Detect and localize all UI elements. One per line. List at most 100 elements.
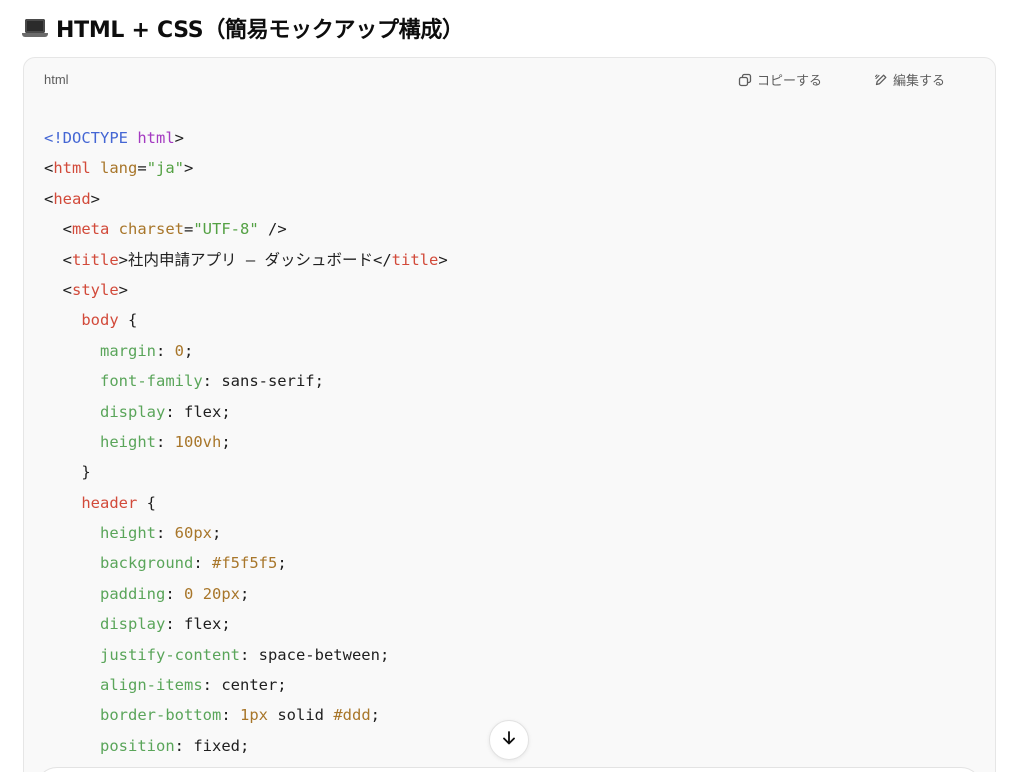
code-token: border-bottom [100,706,222,725]
code-token: > [174,129,184,147]
code-token: = [184,220,194,239]
code-token: { [118,311,138,330]
pencil-icon [874,73,888,87]
code-token: = [137,159,147,178]
code-token: : [156,524,175,543]
code-line: justify-content: space-between; [44,640,448,670]
code-token: html [53,159,91,178]
code-line: height: 60px; [44,518,448,548]
code-line: <title>社内申請アプリ – ダッシュボード</title> [44,245,448,275]
code-token: ; [277,554,287,573]
code-line: position: fixed; [44,731,448,761]
code-token: title [391,250,439,269]
code-line: <meta charset="UTF-8" /> [44,214,448,244]
code-token: font-family [100,372,203,391]
copy-code-button[interactable]: コピーする [738,70,822,89]
code-token: /> [258,220,287,239]
code-language-label: html [44,72,69,87]
code-token: 0 [174,341,185,360]
edit-code-button[interactable]: 編集する [874,70,945,89]
code-token: > [438,250,448,269]
code-token: charset [118,220,184,239]
code-token: height [100,524,156,543]
code-line: header { [44,488,448,518]
code-token: padding [100,584,166,603]
code-token: lang [100,159,138,178]
code-token: margin [100,341,156,360]
code-line: <style> [44,275,448,305]
edit-code-label: 編集する [893,74,946,89]
code-token: 0 [184,584,194,603]
code-token: 20px [202,584,241,603]
code-line: } [44,457,448,487]
code-token: "UTF-8" [193,220,259,239]
code-token: ; [221,432,231,451]
code-token: position [100,736,175,755]
code-token: align-items [100,676,203,695]
code-token: > [118,280,129,299]
code-token: < [44,250,72,269]
code-line: border-bottom: 1px solid #ddd; [44,700,448,730]
code-token: : space-between; [239,645,390,664]
code-block: html コピーする 編集する <!DOCTYPE html> <html lan… [23,57,996,772]
section-heading: HTML + CSS（簡易モックアップ構成） [22,12,464,44]
message-composer[interactable] [36,767,982,772]
code-token: justify-content [100,645,240,664]
code-token: display [100,615,166,634]
code-line: <head> [44,184,448,214]
code-token: ; [240,584,250,603]
code-token: : fixed; [174,736,250,755]
code-token: >社内申請アプリ – ダッシュボード</ [118,250,392,269]
code-token: title [72,250,119,269]
code-token: <!DOCTYPE [44,129,138,147]
code-token: ; [212,524,222,543]
code-content: <!DOCTYPE html> <html lang="ja"> <head> <m… [44,123,448,761]
code-token: "ja" [146,159,185,178]
code-line: padding: 0 20px; [44,579,448,609]
code-line: background: #f5f5f5; [44,548,448,578]
code-token: : [221,706,240,725]
code-line: display: flex; [44,397,448,427]
code-token: : flex; [165,615,231,634]
code-token: : [156,432,175,451]
code-token: : flex; [165,402,231,421]
code-token: < [44,220,72,239]
section-heading-text: HTML + CSS（簡易モックアップ構成） [56,18,464,43]
code-token: head [53,189,91,208]
code-token: 100vh [174,432,222,451]
code-token: header [81,493,138,512]
code-token: 60px [174,524,212,543]
code-token: #f5f5f5 [212,554,278,573]
code-token: style [72,280,119,299]
code-token: < [44,189,54,208]
laptop-icon [22,17,48,39]
copy-code-label: コピーする [757,74,823,89]
code-line: display: flex; [44,609,448,639]
code-line: margin: 0; [44,336,448,366]
code-token: body [81,311,119,330]
scroll-to-bottom-button[interactable] [489,720,529,760]
copy-icon [738,73,752,87]
code-token: > [184,159,194,178]
code-token: ; [370,706,380,725]
code-token: meta [72,220,110,239]
arrow-down-icon [500,729,518,752]
code-token: display [100,402,166,421]
code-token: > [90,189,101,208]
code-token: < [44,159,54,178]
code-line: <!DOCTYPE html> [44,123,448,153]
